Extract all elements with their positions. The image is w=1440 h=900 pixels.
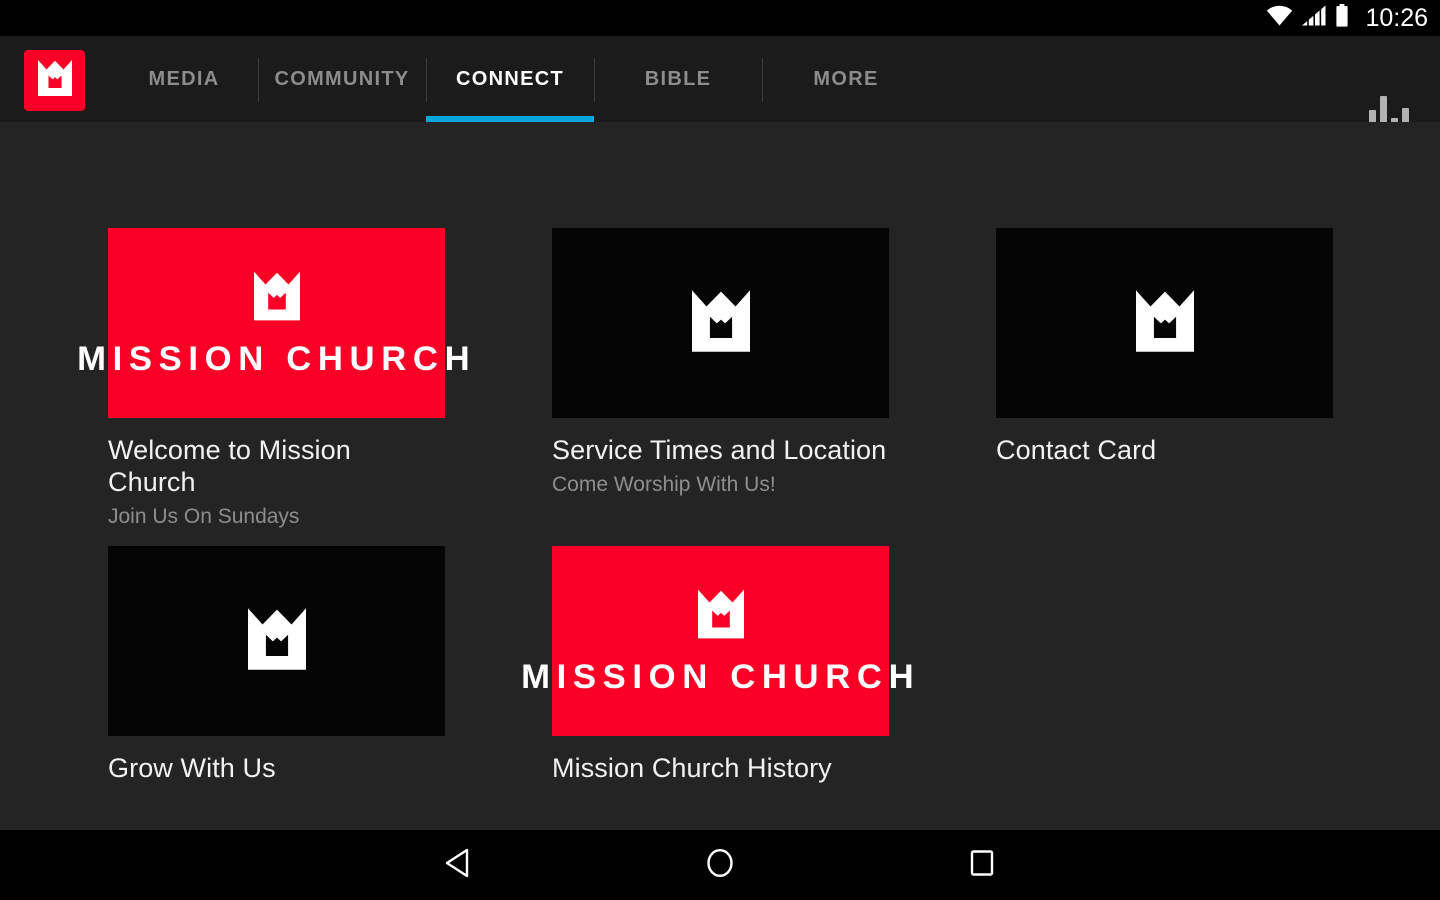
status-bar-clock: 10:26	[1365, 4, 1428, 32]
card-grid: MISSION CHURCH Welcome to Mission Church…	[77, 228, 1348, 800]
card-title: Mission Church History	[552, 753, 832, 783]
tab-bible[interactable]: BIBLE	[594, 36, 762, 122]
card-thumbnail: MISSION CHURCH	[521, 546, 913, 736]
card-contact-card[interactable]: Contact Card	[996, 228, 1333, 530]
card-mission-church-history[interactable]: MISSION CHURCH Mission Church History	[521, 546, 913, 784]
mission-church-logo-icon	[1135, 289, 1194, 357]
wifi-icon	[1266, 5, 1293, 31]
status-bar: 10:26	[0, 0, 1440, 36]
mission-church-logo-icon	[691, 289, 750, 357]
card-wordmark: MISSION CHURCH	[76, 339, 477, 378]
card-title: Service Times and Location	[552, 435, 887, 465]
home-button[interactable]	[630, 830, 810, 900]
card-subtitle: Come Worship With Us!	[552, 473, 776, 496]
mission-church-logo-icon	[697, 589, 744, 644]
tab-connect[interactable]: CONNECT	[426, 36, 594, 122]
tab-community[interactable]: COMMUNITY	[258, 36, 426, 122]
card-service-times-and-location[interactable]: Service Times and Location Come Worship …	[552, 228, 889, 530]
tab-media[interactable]: MEDIA	[110, 36, 258, 122]
card-thumbnail	[996, 228, 1333, 418]
back-button[interactable]	[368, 830, 548, 900]
mission-church-logo-icon	[253, 271, 300, 326]
battery-icon	[1335, 4, 1349, 32]
brand-logo-button[interactable]	[24, 50, 85, 111]
recents-button[interactable]	[892, 830, 1072, 900]
connect-content-area: MISSION CHURCH Welcome to Mission Church…	[0, 122, 1440, 830]
card-title: Grow With Us	[108, 753, 276, 783]
tab-more-label: MORE	[813, 67, 879, 90]
home-circle-icon	[704, 846, 736, 885]
mission-church-logo-icon	[37, 60, 72, 101]
card-wordmark: MISSION CHURCH	[520, 657, 921, 696]
card-thumbnail	[108, 546, 445, 736]
recents-square-icon	[967, 847, 997, 884]
card-title: Contact Card	[996, 435, 1157, 465]
card-title: Welcome to Mission Church	[108, 435, 351, 497]
tab-connect-label: CONNECT	[456, 67, 564, 90]
card-subtitle: Join Us On Sundays	[108, 505, 300, 528]
card-thumbnail	[552, 228, 889, 418]
card-welcome-to-mission-church[interactable]: MISSION CHURCH Welcome to Mission Church…	[77, 228, 469, 530]
card-thumbnail: MISSION CHURCH	[77, 228, 469, 418]
app-bar: MEDIA COMMUNITY CONNECT BIBLE MORE	[0, 36, 1440, 130]
device-screen: 10:26 MEDIA COMMUNITY CONNECT BIBLE MORE…	[0, 0, 1440, 900]
tab-media-label: MEDIA	[148, 67, 220, 90]
back-triangle-icon	[443, 847, 473, 884]
system-navigation-bar	[0, 830, 1440, 900]
tab-bible-label: BIBLE	[644, 67, 712, 90]
status-bar-icons: 10:26	[1266, 0, 1428, 36]
tab-bar: MEDIA COMMUNITY CONNECT BIBLE MORE	[110, 36, 930, 122]
card-grow-with-us[interactable]: Grow With Us	[108, 546, 445, 784]
tab-community-label: COMMUNITY	[274, 67, 410, 90]
cellular-signal-icon	[1302, 5, 1326, 31]
tab-more[interactable]: MORE	[762, 36, 930, 122]
mission-church-logo-icon	[247, 607, 306, 675]
